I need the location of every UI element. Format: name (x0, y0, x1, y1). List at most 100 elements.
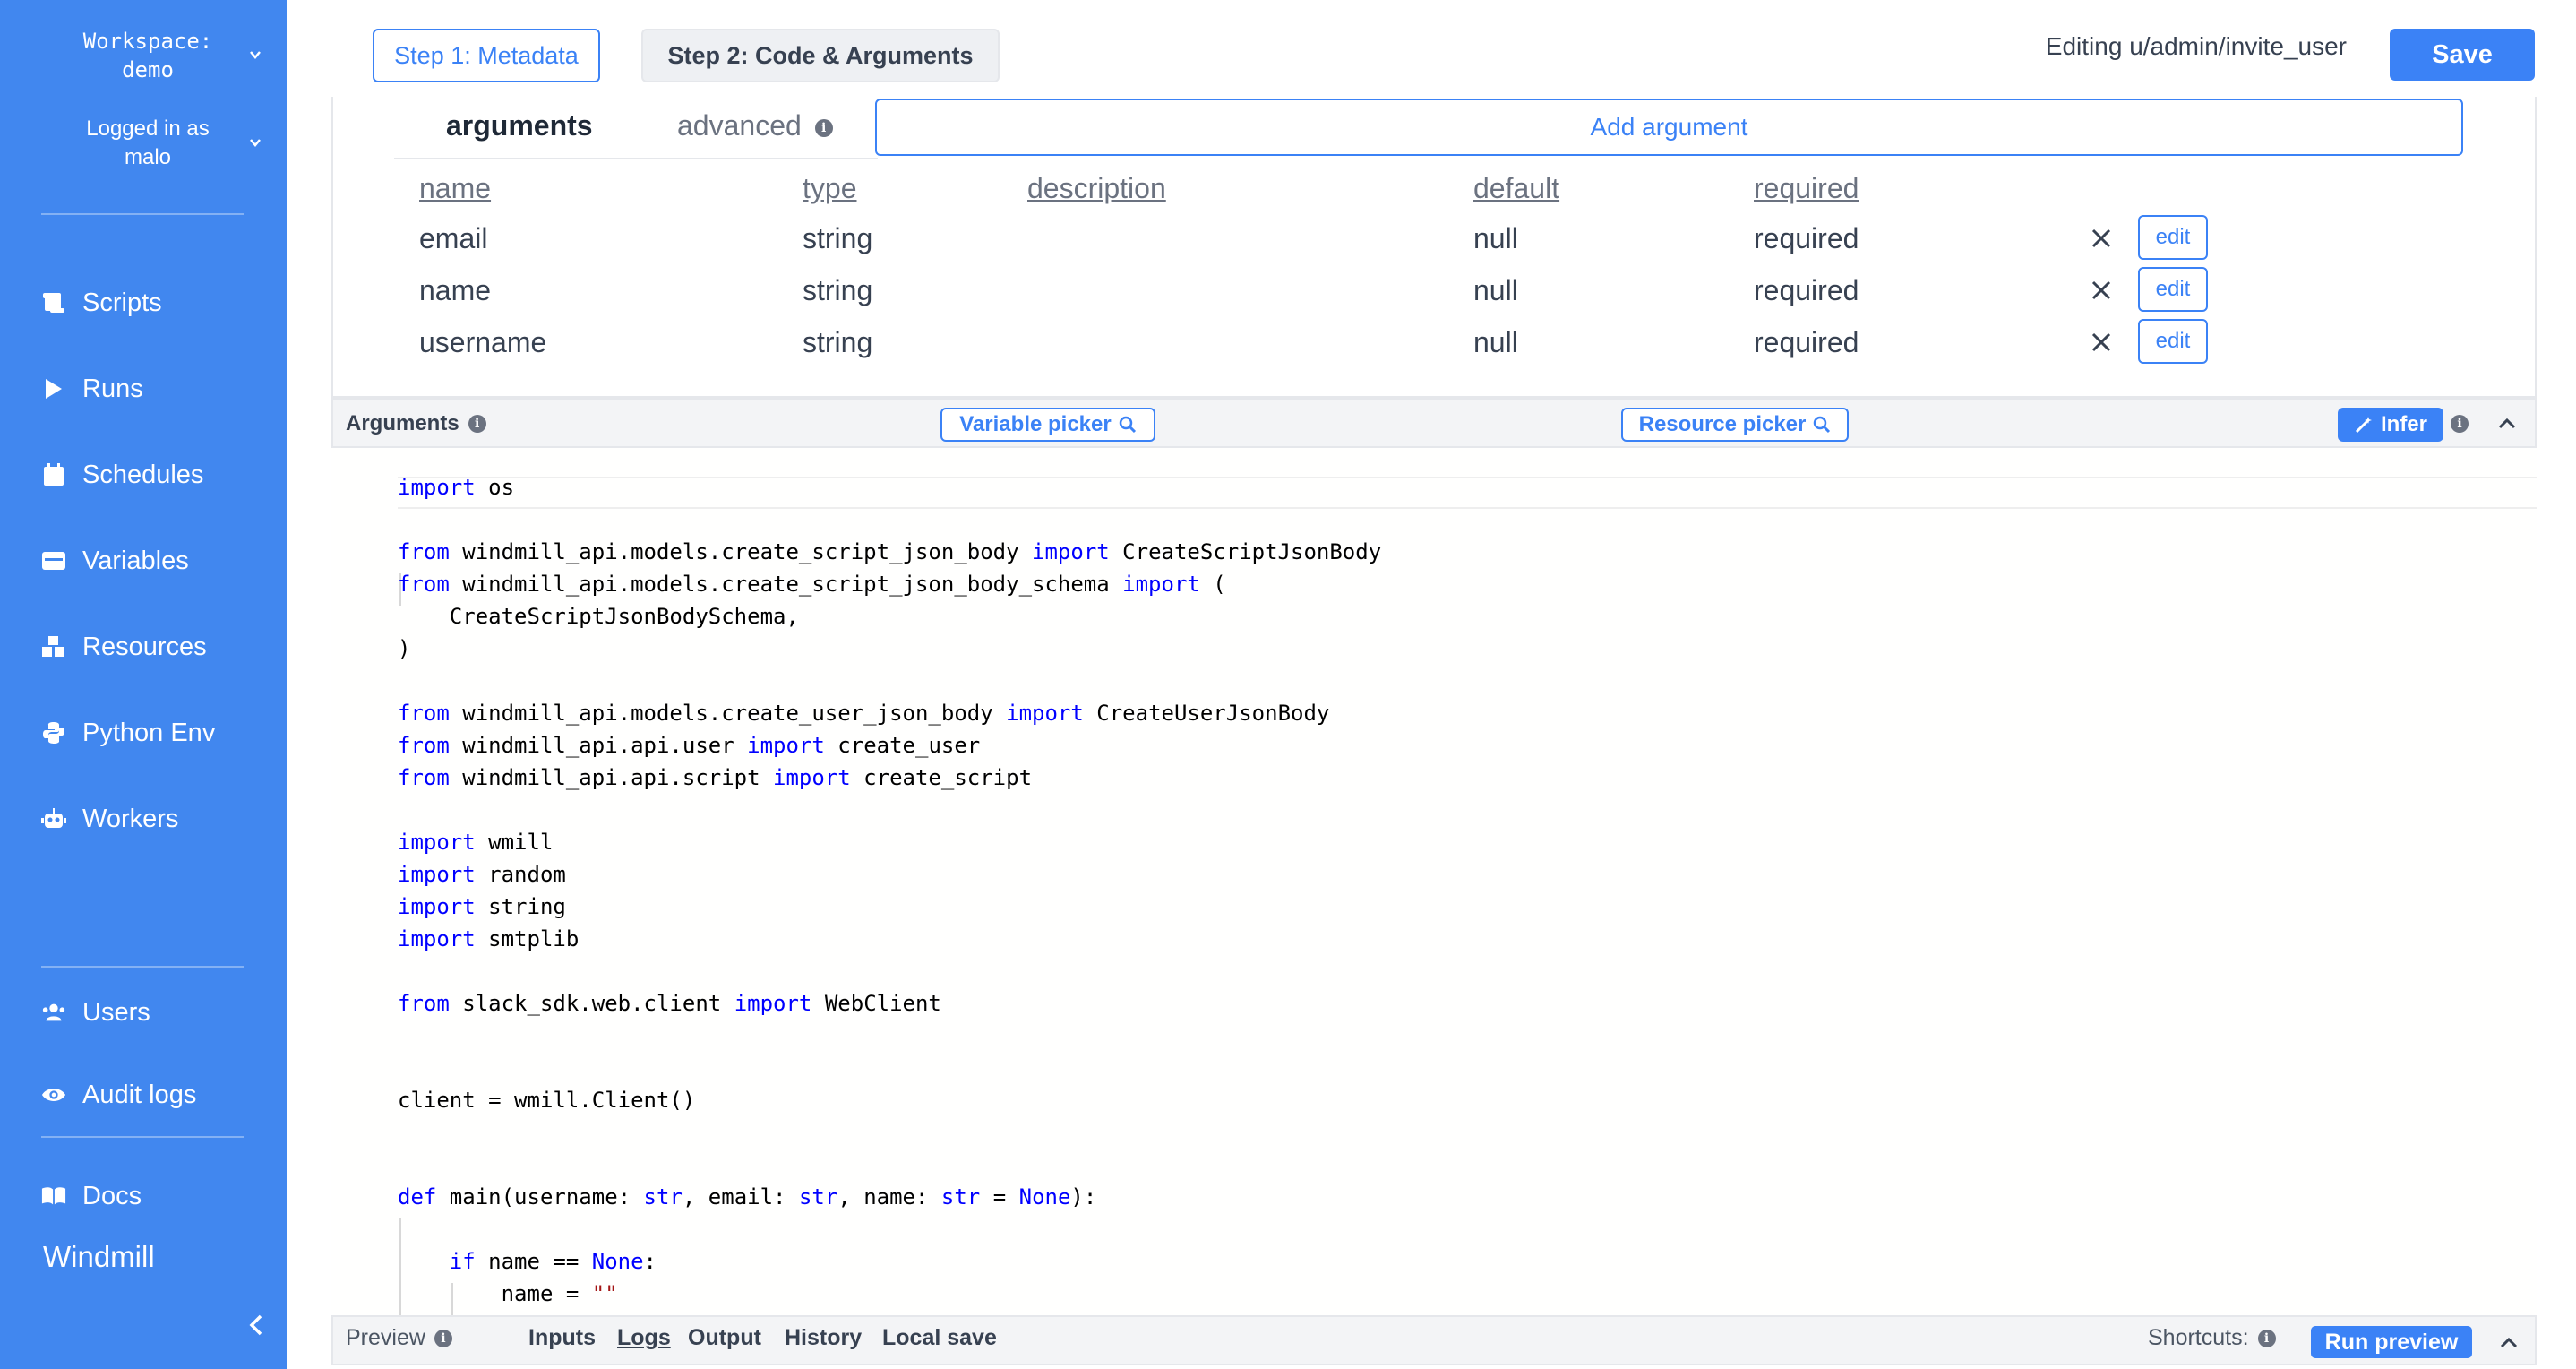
step1-metadata-button[interactable]: Step 1: Metadata (373, 29, 600, 82)
sidebar-item-label: Variables (82, 546, 189, 575)
sidebar-item-runs[interactable]: Runs (41, 362, 143, 416)
code-token: windmill_api.models.create_user_json_bod… (449, 701, 1007, 726)
arg-required-cell: required (1754, 326, 1859, 358)
preview-label-text: Preview (346, 1325, 425, 1350)
sidebar-item-variables[interactable]: Variables (41, 534, 189, 588)
info-icon: i (2257, 1329, 2276, 1347)
save-button[interactable]: Save (2390, 29, 2535, 81)
chevron-up-icon[interactable] (2495, 412, 2519, 435)
workspace-name: demo (122, 57, 174, 82)
tab-local-save[interactable]: Local save (882, 1325, 997, 1351)
info-icon: i (2451, 415, 2469, 433)
infer-label: Infer (2380, 412, 2427, 436)
code-token: import (747, 733, 825, 758)
code-token: , email: (682, 1184, 799, 1210)
code-token: None (591, 1249, 644, 1274)
code-token: from (398, 572, 450, 597)
shortcuts-label-text: Shortcuts: (2148, 1325, 2249, 1350)
code-token: "" (591, 1281, 618, 1306)
arg-default-cell: null (1473, 222, 1518, 254)
code-token: ( (1199, 572, 1226, 597)
users-icon (41, 1000, 66, 1025)
delete-argument-icon[interactable] (2087, 328, 2116, 357)
arg-required-cell: required (1754, 274, 1859, 306)
column-header-required[interactable]: required (1754, 172, 1859, 205)
code-token: from (398, 733, 450, 758)
code-line: from windmill_api.models.create_user_jso… (398, 697, 1381, 729)
code-token: from (398, 765, 450, 790)
sidebar-item-docs[interactable]: Docs (41, 1169, 142, 1223)
code-line: if name == None: (398, 1245, 1381, 1278)
add-argument-button[interactable]: Add argument (875, 99, 2463, 156)
edit-argument-button[interactable]: edit (2138, 319, 2208, 364)
workspace-label: Workspace: (82, 29, 213, 54)
tab-arguments[interactable]: arguments (446, 109, 593, 142)
sidebar-item-label: Users (82, 997, 150, 1027)
preview-label: Preview i (346, 1325, 452, 1351)
sidebar-item-schedules[interactable]: Schedules (41, 448, 203, 502)
tab-history[interactable]: History (785, 1325, 862, 1351)
sidebar-divider (41, 213, 244, 215)
delete-argument-icon[interactable] (2087, 276, 2116, 305)
code-line: from windmill_api.models.create_script_j… (398, 568, 1381, 600)
column-header-type[interactable]: type (803, 172, 856, 205)
code-line: import smtplib (398, 923, 1381, 955)
edit-argument-button[interactable]: edit (2138, 267, 2208, 312)
tab-logs[interactable]: Logs (617, 1325, 671, 1351)
code-line: CreateScriptJsonBodySchema, (398, 600, 1381, 633)
column-header-default[interactable]: default (1473, 172, 1559, 205)
code-token: WebClient (811, 991, 941, 1016)
infer-button[interactable]: Infer (2338, 408, 2443, 442)
sidebar-item-scripts[interactable]: Scripts (41, 276, 162, 330)
tab-inputs[interactable]: Inputs (528, 1325, 596, 1351)
code-token: str (798, 1184, 838, 1210)
user-selector[interactable]: Logged in as malo (36, 115, 261, 172)
chevron-up-icon[interactable] (2497, 1331, 2520, 1355)
code-token: import (1032, 539, 1110, 564)
tab-advanced[interactable]: advanced i (677, 109, 833, 142)
chevron-left-icon[interactable] (244, 1312, 270, 1339)
sidebar-item-label: Runs (82, 374, 143, 403)
arg-type-cell: string (803, 326, 873, 358)
sidebar-item-label: Python Env (82, 718, 216, 747)
code-editor[interactable]: import os from windmill_api.models.creat… (331, 448, 2537, 1315)
step2-code-arguments-button[interactable]: Step 2: Code & Arguments (641, 29, 1000, 82)
code-token: if (449, 1249, 476, 1274)
sidebar-item-workers[interactable]: Workers (41, 792, 178, 846)
code-token: random (475, 862, 566, 887)
workspace-selector[interactable]: Workspace: demo (36, 27, 261, 84)
variable-picker-button[interactable]: Variable picker (940, 408, 1155, 442)
run-preview-button[interactable]: Run preview (2311, 1326, 2472, 1358)
play-icon (41, 376, 66, 401)
code-token: wmill (475, 830, 554, 855)
eye-icon (41, 1082, 66, 1107)
sidebar-item-audit-logs[interactable]: Audit logs (41, 1068, 196, 1122)
edit-argument-button[interactable]: edit (2138, 215, 2208, 260)
sidebar-item-python-env[interactable]: Python Env (41, 706, 215, 760)
arg-default-cell: null (1473, 274, 1518, 306)
code-token: CreateScriptJsonBodySchema, (398, 604, 799, 629)
code-token: str (643, 1184, 683, 1210)
column-header-name[interactable]: name (419, 172, 491, 205)
code-token: import (734, 991, 812, 1016)
code-token: def (398, 1184, 437, 1210)
column-header-description[interactable]: description (1027, 172, 1166, 205)
delete-argument-icon[interactable] (2087, 224, 2116, 253)
sidebar-item-users[interactable]: Users (41, 986, 150, 1039)
code-token: import (1122, 572, 1200, 597)
arg-name-cell: name (419, 274, 492, 306)
resource-picker-button[interactable]: Resource picker (1621, 408, 1849, 442)
code-token: from (398, 991, 450, 1016)
python-icon (41, 720, 66, 745)
code-token: string (475, 894, 566, 919)
sidebar-item-label: Scripts (82, 288, 162, 317)
shortcuts-label[interactable]: Shortcuts: i (2148, 1325, 2276, 1351)
code-content[interactable]: import os from windmill_api.models.creat… (398, 471, 1381, 1310)
sidebar-item-resources[interactable]: Resources (41, 620, 207, 674)
tab-output[interactable]: Output (688, 1325, 761, 1351)
code-token: main(username: (436, 1184, 644, 1210)
